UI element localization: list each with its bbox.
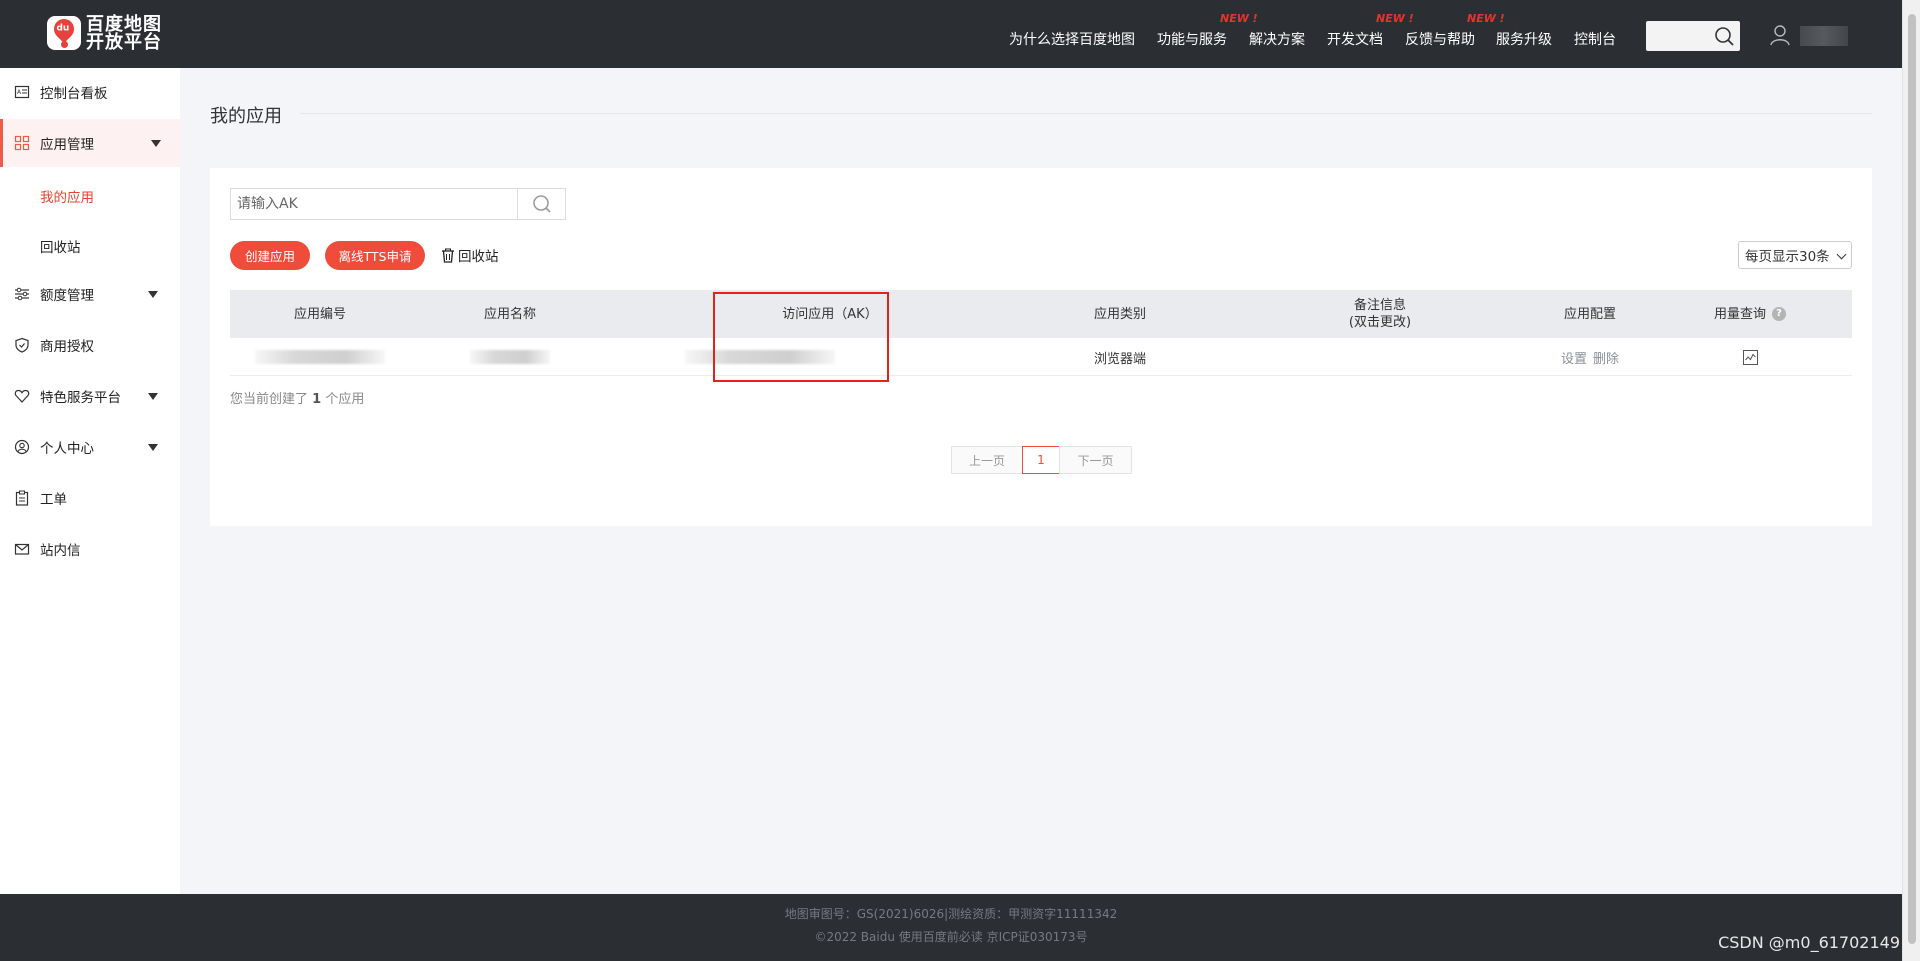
dashboard-icon: A [14, 85, 30, 99]
clipboard-icon [15, 490, 29, 506]
footer-line-1: 地图审图号：GS(2021)6026|测绘资质：甲测资字11111342 [784, 907, 1118, 921]
user-icon[interactable] [1770, 24, 1790, 46]
sidebar-item-inbox[interactable]: 站内信 [0, 525, 180, 573]
sidebar-item-featured-services[interactable]: 特色服务平台 [0, 372, 180, 420]
delete-link[interactable]: 删除 [1593, 348, 1619, 367]
sidebar-item-label: 特色服务平台 [40, 390, 121, 406]
sidebar-item-label: 额度管理 [40, 288, 94, 304]
ak-column-highlight-box [713, 292, 889, 382]
sidebar-item-label: 控制台看板 [40, 86, 108, 102]
cell-category: 浏览器端 [1093, 351, 1146, 367]
footer-line-2: ©2022 Baidu 使用百度前必读 京ICP证030173号 [814, 930, 1088, 944]
heart-icon [14, 389, 30, 403]
title-divider [300, 113, 1872, 114]
col-remarks-label: 备注信息 [1353, 298, 1406, 313]
search-icon [532, 195, 551, 213]
sliders-icon [15, 287, 29, 301]
offline-tts-apply-button[interactable]: 离线TTS申请 [325, 241, 425, 270]
username-redacted[interactable] [1800, 26, 1848, 46]
sidebar: A 控制台看板 应用管理 我的应用 回收站 额度管理 商用授权 特色服务平台 个… [0, 68, 180, 894]
sidebar-item-commercial-license[interactable]: 商用授权 [0, 321, 180, 369]
sidebar-item-label: 工单 [40, 492, 67, 508]
mail-icon [14, 543, 30, 555]
page-size-value: 每页显示30条 [1745, 249, 1830, 265]
csdn-watermark: CSDN @m0_61702149 [1718, 933, 1900, 952]
sidebar-item-personal-center[interactable]: 个人中心 [0, 423, 180, 471]
caret-down-icon [148, 393, 158, 400]
help-icon[interactable]: ? [1772, 307, 1786, 321]
sidebar-item-label: 商用授权 [40, 339, 94, 355]
logo-mark-icon: du [47, 14, 81, 52]
nav-console[interactable]: 控制台 [1574, 29, 1616, 49]
col-app-config: 应用配置 [1563, 306, 1616, 322]
nav-feedback-new-badge: NEW ! [1467, 12, 1505, 25]
col-app-id: 应用编号 [293, 306, 346, 322]
recycle-bin-label: 回收站 [458, 249, 499, 265]
user-circle-icon [14, 439, 30, 455]
nav-docs[interactable]: 开发文档 [1327, 29, 1383, 49]
table-row: 浏览器端 设置 删除 [230, 338, 1852, 376]
chevron-down-icon [1836, 249, 1847, 260]
page-title: 我的应用 [210, 106, 282, 127]
nav-solutions[interactable]: 解决方案 [1249, 29, 1305, 49]
nav-feedback[interactable]: 反馈与帮助 [1405, 29, 1475, 49]
nav-docs-new-badge: NEW ! [1376, 12, 1414, 25]
header-search-box[interactable] [1646, 21, 1740, 51]
sidebar-item-app-management[interactable]: 应用管理 [0, 119, 180, 167]
ak-search-input[interactable] [231, 189, 517, 219]
sidebar-item-tickets[interactable]: 工单 [0, 474, 180, 522]
cell-app-config: 设置 删除 [1520, 338, 1660, 376]
ak-search-box [230, 188, 566, 220]
caret-down-icon [148, 444, 158, 451]
cell-app-id-redacted [230, 338, 410, 376]
grid-icon [14, 135, 30, 151]
settings-link[interactable]: 设置 [1561, 348, 1587, 367]
caret-down-icon [148, 291, 158, 298]
recycle-bin-link[interactable]: 回收站 [441, 245, 499, 265]
sidebar-subitem-recycle-bin[interactable]: 回收站 [40, 236, 81, 256]
sidebar-item-label: 应用管理 [40, 137, 94, 153]
top-navbar: du 百度地图 开放平台 为什么选择百度地图 功能与服务 NEW ! 解决方案 … [0, 0, 1902, 68]
page-size-select[interactable]: 每页显示30条 [1738, 241, 1852, 269]
svg-text:A: A [17, 89, 22, 96]
app-count: 1 [312, 392, 322, 407]
baidu-map-logo[interactable]: du 百度地图 开放平台 [47, 14, 162, 53]
search-icon[interactable] [1714, 26, 1734, 46]
trash-icon [442, 248, 454, 263]
col-usage-query: 用量查询 ? [1670, 290, 1830, 338]
prev-page-button[interactable]: 上一页 [951, 446, 1023, 474]
col-app-name: 应用名称 [483, 306, 536, 322]
sidebar-item-quota[interactable]: 额度管理 [0, 270, 180, 318]
sidebar-item-label: 个人中心 [40, 441, 94, 457]
shield-icon [15, 337, 29, 353]
nav-why-baidu[interactable]: 为什么选择百度地图 [1009, 29, 1135, 49]
nav-upgrade[interactable]: 服务升级 [1496, 29, 1552, 49]
col-category: 应用类别 [1093, 306, 1146, 322]
next-page-button[interactable]: 下一页 [1059, 446, 1132, 474]
app-count-summary: 您当前创建了 1 个应用 [230, 392, 365, 407]
col-usage-label: 用量查询 [1713, 306, 1766, 322]
nav-features[interactable]: 功能与服务 [1157, 29, 1227, 49]
footer: 地图审图号：GS(2021)6026|测绘资质：甲测资字11111342 ©20… [0, 894, 1902, 961]
create-app-button[interactable]: 创建应用 [230, 241, 310, 270]
caret-down-icon [151, 140, 161, 147]
usage-chart-icon[interactable] [1742, 349, 1758, 365]
col-remarks-hint: (双击更改) [1348, 315, 1412, 330]
table-header: 应用编号 应用名称 访问应用（AK） 应用类别 备注信息 (双击更改) 应用配置… [230, 290, 1852, 338]
nav-features-new-badge: NEW ! [1220, 12, 1258, 25]
ak-search-button[interactable] [517, 189, 565, 219]
page-1-button[interactable]: 1 [1022, 446, 1060, 474]
cell-app-name-redacted [410, 338, 610, 376]
sidebar-item-label: 站内信 [40, 543, 81, 559]
logo-line2: 开放平台 [86, 32, 162, 53]
sidebar-subitem-my-apps[interactable]: 我的应用 [40, 186, 94, 206]
vertical-scrollbar[interactable] [1902, 0, 1920, 961]
sidebar-item-dashboard[interactable]: A 控制台看板 [0, 68, 180, 116]
col-remarks: 备注信息 (双击更改) [1280, 290, 1480, 338]
cell-usage [1670, 338, 1830, 376]
